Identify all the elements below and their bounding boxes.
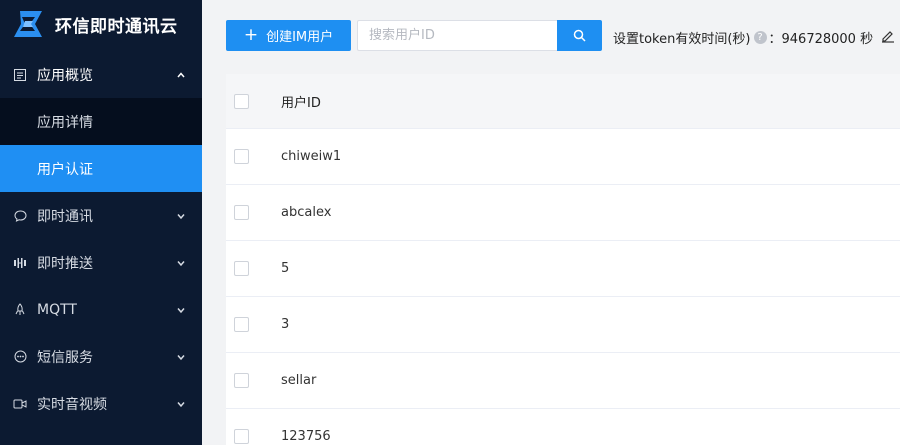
sidebar-item-label: 实时音视频 <box>37 396 107 413</box>
row-checkbox[interactable] <box>234 317 249 332</box>
sidebar-item-mqtt[interactable]: MQTT <box>0 286 202 333</box>
table-row[interactable]: 3 <box>226 297 900 353</box>
help-icon[interactable]: ? <box>753 31 767 44</box>
row-checkbox[interactable] <box>234 261 249 276</box>
user-id-cell: 123756 <box>281 429 331 444</box>
sidebar-item-push[interactable]: 即时推送 <box>0 239 202 286</box>
row-checkbox[interactable] <box>234 373 249 388</box>
brand-title: 环信即时通讯云 <box>55 16 178 37</box>
video-icon <box>13 397 27 411</box>
table-row[interactable]: abcalex <box>226 185 900 241</box>
user-id-cell: sellar <box>281 373 317 388</box>
sidebar-item-label: 短信服务 <box>37 349 93 366</box>
token-expiry-value: 946728000 秒 <box>781 32 874 47</box>
column-header-user-id: 用户ID <box>281 95 321 111</box>
user-table: 用户ID chiweiw1 abcalex 5 3 sellar 123756 <box>226 74 900 445</box>
search-icon <box>573 29 586 42</box>
brand-logo-icon <box>14 11 42 37</box>
sidebar: 环信即时通讯云 应用概览 应用详情 用户认证 即时通讯 即时推送 MQTT 短信… <box>0 0 202 445</box>
table-row[interactable]: sellar <box>226 353 900 409</box>
sidebar-item-video[interactable]: 实时音视频 <box>0 380 202 427</box>
row-checkbox[interactable] <box>234 205 249 220</box>
sidebar-item-app-details[interactable]: 应用详情 <box>0 98 202 145</box>
search-input[interactable] <box>357 20 557 51</box>
sidebar-item-label: MQTT <box>37 301 77 318</box>
sidebar-item-sms[interactable]: 短信服务 <box>0 333 202 380</box>
push-icon <box>13 256 27 270</box>
brand[interactable]: 环信即时通讯云 <box>0 0 202 48</box>
sidebar-item-label: 即时通讯 <box>37 208 93 225</box>
sidebar-item-user-auth[interactable]: 用户认证 <box>0 145 202 192</box>
table-row[interactable]: 123756 <box>226 409 900 445</box>
token-expiry-label: 设置token有效时间(秒) <box>613 32 751 47</box>
chevron-down-icon <box>177 401 185 407</box>
chevron-up-icon <box>177 71 185 77</box>
sidebar-item-label: 应用详情 <box>37 114 93 131</box>
sidebar-item-label: 用户认证 <box>37 161 93 178</box>
create-im-user-button[interactable]: + 创建IM用户 <box>226 20 351 51</box>
user-id-cell: 5 <box>281 261 290 276</box>
sidebar-item-app-overview[interactable]: 应用概览 <box>0 51 202 98</box>
mqtt-icon <box>13 303 27 317</box>
app-overview-icon <box>13 68 27 82</box>
table-header: 用户ID <box>226 74 900 129</box>
chevron-down-icon <box>177 354 185 360</box>
token-expiry: 设置token有效时间(秒) ? ： 946728000 秒 <box>613 28 873 47</box>
search-button[interactable] <box>557 20 602 51</box>
chevron-down-icon <box>177 213 185 219</box>
row-checkbox[interactable] <box>234 429 249 444</box>
user-id-cell: abcalex <box>281 205 332 220</box>
table-row[interactable]: chiweiw1 <box>226 129 900 185</box>
sidebar-item-im[interactable]: 即时通讯 <box>0 192 202 239</box>
search-box <box>357 20 602 51</box>
token-expiry-separator: ： <box>768 32 782 47</box>
sidebar-item-label: 即时推送 <box>37 255 93 272</box>
sms-icon <box>13 350 27 364</box>
chat-icon <box>13 209 27 223</box>
chevron-down-icon <box>177 307 185 313</box>
create-im-user-label: 创建IM用户 <box>266 30 334 45</box>
edit-icon[interactable] <box>881 29 895 43</box>
table-row[interactable]: 5 <box>226 241 900 297</box>
user-id-cell: chiweiw1 <box>281 149 342 164</box>
row-checkbox[interactable] <box>234 149 249 164</box>
plus-icon: + <box>243 25 259 45</box>
select-all-checkbox[interactable] <box>234 93 249 109</box>
sidebar-item-label: 应用概览 <box>37 67 93 84</box>
chevron-down-icon <box>177 260 185 266</box>
main-content: + 创建IM用户 设置token有效时间(秒) ? ： 946728000 秒 … <box>202 0 900 445</box>
user-id-cell: 3 <box>281 317 290 332</box>
